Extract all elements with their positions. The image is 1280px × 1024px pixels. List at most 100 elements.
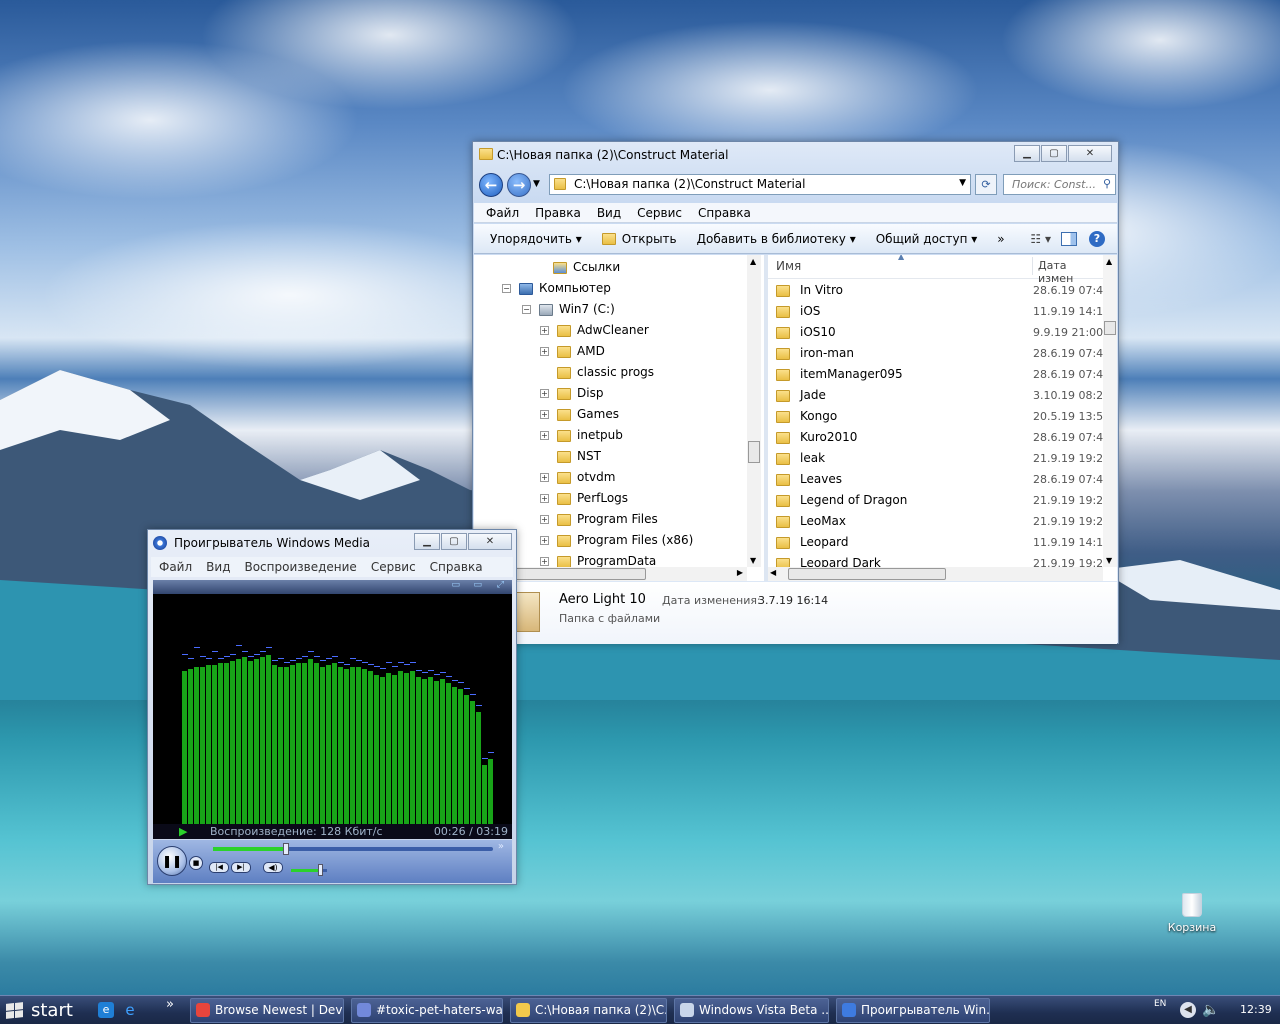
- menu-edit[interactable]: Правка: [535, 203, 581, 222]
- taskbar-button[interactable]: Browse Newest | Devi...: [190, 998, 344, 1023]
- address-dropdown-icon[interactable]: ▼: [959, 178, 966, 188]
- file-row[interactable]: iron-man 28.6.19 07:4: [776, 343, 1106, 364]
- taskbar-button[interactable]: C:\Новая папка (2)\C...: [510, 998, 667, 1023]
- expander-icon[interactable]: +: [540, 515, 549, 524]
- file-row[interactable]: In Vitro 28.6.19 07:4: [776, 280, 1106, 301]
- quicklaunch-more-button[interactable]: »: [166, 996, 174, 1014]
- explorer-window[interactable]: C:\Новая папка (2)\Construct Material ▁ …: [472, 141, 1119, 644]
- file-row[interactable]: LeoMax 21.9.19 19:2: [776, 511, 1106, 532]
- tree-item[interactable]: + PerfLogs: [540, 488, 628, 508]
- file-row[interactable]: Legend of Dragon 21.9.19 19:2: [776, 490, 1106, 511]
- file-row[interactable]: leak 21.9.19 19:2: [776, 448, 1106, 469]
- tree-item[interactable]: + Disp: [540, 383, 603, 403]
- next-button[interactable]: ▶|: [231, 862, 251, 873]
- media-player-window[interactable]: Проигрыватель Windows Media ▁ ▢ ✕ Файл В…: [147, 529, 517, 885]
- file-list-hscrollbar[interactable]: ◀: [768, 567, 1103, 581]
- expander-icon[interactable]: −: [502, 284, 511, 293]
- pause-button[interactable]: ❚❚: [157, 846, 187, 876]
- language-indicator[interactable]: EN: [1154, 990, 1166, 1018]
- file-row[interactable]: itemManager095 28.6.19 07:4: [776, 364, 1106, 385]
- expander-icon[interactable]: +: [540, 431, 549, 440]
- ie-quicklaunch-icon[interactable]: e: [98, 1002, 114, 1018]
- minimize-button[interactable]: ▁: [1014, 145, 1040, 162]
- tree-item[interactable]: + AMD: [540, 341, 605, 361]
- back-button[interactable]: ←: [479, 173, 503, 197]
- seek-bar[interactable]: [213, 843, 493, 855]
- menu-tools[interactable]: Сервис: [637, 203, 682, 222]
- menu-help[interactable]: Справка: [430, 557, 483, 577]
- preview-pane-icon[interactable]: [1061, 231, 1077, 246]
- edge-quicklaunch-icon[interactable]: e: [122, 1002, 138, 1018]
- refresh-icon[interactable]: ⟳: [975, 174, 997, 195]
- open-button[interactable]: Открыть: [601, 232, 677, 246]
- expander-icon[interactable]: +: [540, 389, 549, 398]
- expander-icon[interactable]: +: [540, 347, 549, 356]
- tree-item[interactable]: + AdwCleaner: [540, 320, 649, 340]
- expander-icon[interactable]: −: [522, 305, 531, 314]
- expander-icon[interactable]: +: [540, 326, 549, 335]
- minimize-button[interactable]: ▁: [414, 533, 440, 550]
- file-row[interactable]: Leopard 11.9.19 14:1: [776, 532, 1106, 553]
- file-row[interactable]: Kuro2010 28.6.19 07:4: [776, 427, 1106, 448]
- tree-item[interactable]: + otvdm: [540, 467, 615, 487]
- tree-item[interactable]: + Games: [540, 404, 619, 424]
- previous-button[interactable]: |◀: [209, 862, 229, 873]
- tree-item[interactable]: + Program Files (x86): [540, 530, 693, 550]
- menu-tools[interactable]: Сервис: [371, 557, 416, 577]
- expander-icon[interactable]: +: [540, 494, 549, 503]
- menu-view[interactable]: Вид: [597, 203, 621, 222]
- tree-item[interactable]: NST: [540, 446, 601, 466]
- menu-play[interactable]: Воспроизведение: [244, 557, 356, 577]
- layout-icon[interactable]: ▭: [451, 580, 460, 590]
- clock[interactable]: 12:39: [1240, 996, 1272, 1024]
- file-row[interactable]: Jade 3.10.19 08:2: [776, 385, 1106, 406]
- file-list-scrollbar[interactable]: ▲ ▼: [1103, 255, 1117, 567]
- tree-item[interactable]: − Win7 (C:): [522, 299, 615, 319]
- stop-button[interactable]: ■: [189, 856, 203, 870]
- maximize-button[interactable]: ▢: [441, 533, 467, 550]
- skin-mode-icon[interactable]: ▭: [473, 580, 482, 590]
- history-dropdown-icon[interactable]: ▼: [533, 179, 540, 189]
- menu-file[interactable]: Файл: [159, 557, 192, 577]
- forward-button[interactable]: →: [507, 173, 531, 197]
- close-button[interactable]: ✕: [1068, 145, 1112, 162]
- tree-item[interactable]: classic progs: [540, 362, 654, 382]
- taskbar-button[interactable]: Windows Vista Beta ...: [674, 998, 829, 1023]
- taskbar-button[interactable]: Проигрыватель Win...: [836, 998, 990, 1023]
- column-name-header[interactable]: Имя: [776, 259, 801, 273]
- share-button[interactable]: Общий доступ ▾: [876, 232, 978, 246]
- close-button[interactable]: ✕: [468, 533, 512, 550]
- fast-forward-icon[interactable]: »: [498, 841, 504, 852]
- file-row[interactable]: iOS 11.9.19 14:1: [776, 301, 1106, 322]
- volume-slider[interactable]: [291, 864, 327, 876]
- recycle-bin[interactable]: Корзина: [1164, 893, 1220, 934]
- view-options-icon[interactable]: ☷ ▾: [1030, 232, 1051, 246]
- search-input[interactable]: Поиск: Const... ⚲: [1003, 174, 1116, 195]
- expander-icon[interactable]: +: [540, 536, 549, 545]
- volume-icon[interactable]: 🔈: [1202, 996, 1219, 1024]
- fullscreen-icon[interactable]: ⤢: [497, 580, 504, 590]
- address-bar[interactable]: C:\Новая папка (2)\Construct Material ▼: [549, 174, 971, 195]
- start-button[interactable]: start: [0, 996, 92, 1024]
- tree-item[interactable]: Ссылки: [536, 257, 620, 277]
- add-to-library-button[interactable]: Добавить в библиотеку ▾: [697, 232, 856, 246]
- tray-arrow-icon[interactable]: ◀: [1180, 1002, 1196, 1018]
- file-row[interactable]: Leaves 28.6.19 07:4: [776, 469, 1106, 490]
- file-row[interactable]: Kongo 20.5.19 13:5: [776, 406, 1106, 427]
- menu-help[interactable]: Справка: [698, 203, 751, 222]
- file-row[interactable]: iOS10 9.9.19 21:00: [776, 322, 1106, 343]
- menu-view[interactable]: Вид: [206, 557, 230, 577]
- mute-button[interactable]: ◀): [263, 862, 283, 873]
- tree-item[interactable]: − Компьютер: [502, 278, 611, 298]
- help-icon[interactable]: ?: [1089, 230, 1105, 247]
- organize-button[interactable]: Упорядочить ▾: [490, 232, 582, 246]
- expander-icon[interactable]: +: [540, 473, 549, 482]
- maximize-button[interactable]: ▢: [1041, 145, 1067, 162]
- taskbar-button[interactable]: #toxic-pet-haters-war...: [351, 998, 503, 1023]
- tree-scrollbar[interactable]: ▲ ▼: [747, 255, 761, 567]
- tree-item[interactable]: + inetpub: [540, 425, 623, 445]
- menu-file[interactable]: Файл: [486, 203, 519, 222]
- more-commands-button[interactable]: »: [997, 232, 1004, 246]
- search-icon[interactable]: ⚲: [1103, 177, 1111, 190]
- expander-icon[interactable]: +: [540, 410, 549, 419]
